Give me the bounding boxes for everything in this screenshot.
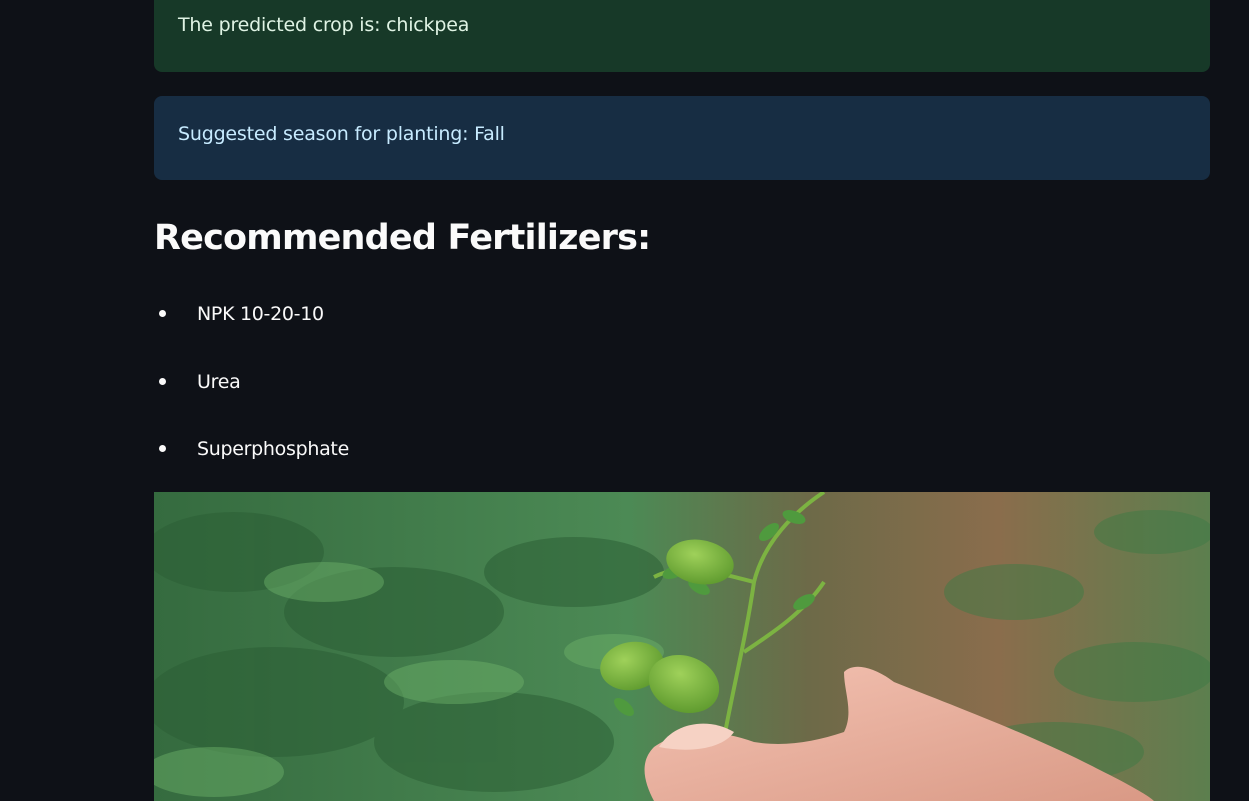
- bullet-icon: [159, 445, 166, 452]
- fertilizer-list: NPK 10-20-10 Urea Superphosphate: [154, 297, 349, 500]
- bullet-icon: [159, 377, 166, 385]
- predicted-crop-text: The predicted crop is: chickpea: [178, 14, 470, 36]
- bullet-icon: [159, 310, 166, 317]
- list-item: NPK 10-20-10: [154, 297, 349, 365]
- fertilizer-label: Urea: [197, 370, 241, 393]
- fertilizers-heading: Recommended Fertilizers:: [154, 218, 651, 258]
- success-alert: The predicted crop is: chickpea: [154, 0, 1210, 72]
- crop-photo: [154, 492, 1210, 801]
- fertilizer-label: NPK 10-20-10: [197, 303, 324, 325]
- chickpea-plant-illustration: [154, 492, 1210, 801]
- fertilizer-label: Superphosphate: [197, 438, 349, 460]
- suggested-season-text: Suggested season for planting: Fall: [178, 123, 505, 145]
- list-item: Urea: [154, 365, 349, 433]
- list-item: Superphosphate: [154, 432, 349, 500]
- info-alert: Suggested season for planting: Fall: [154, 96, 1210, 180]
